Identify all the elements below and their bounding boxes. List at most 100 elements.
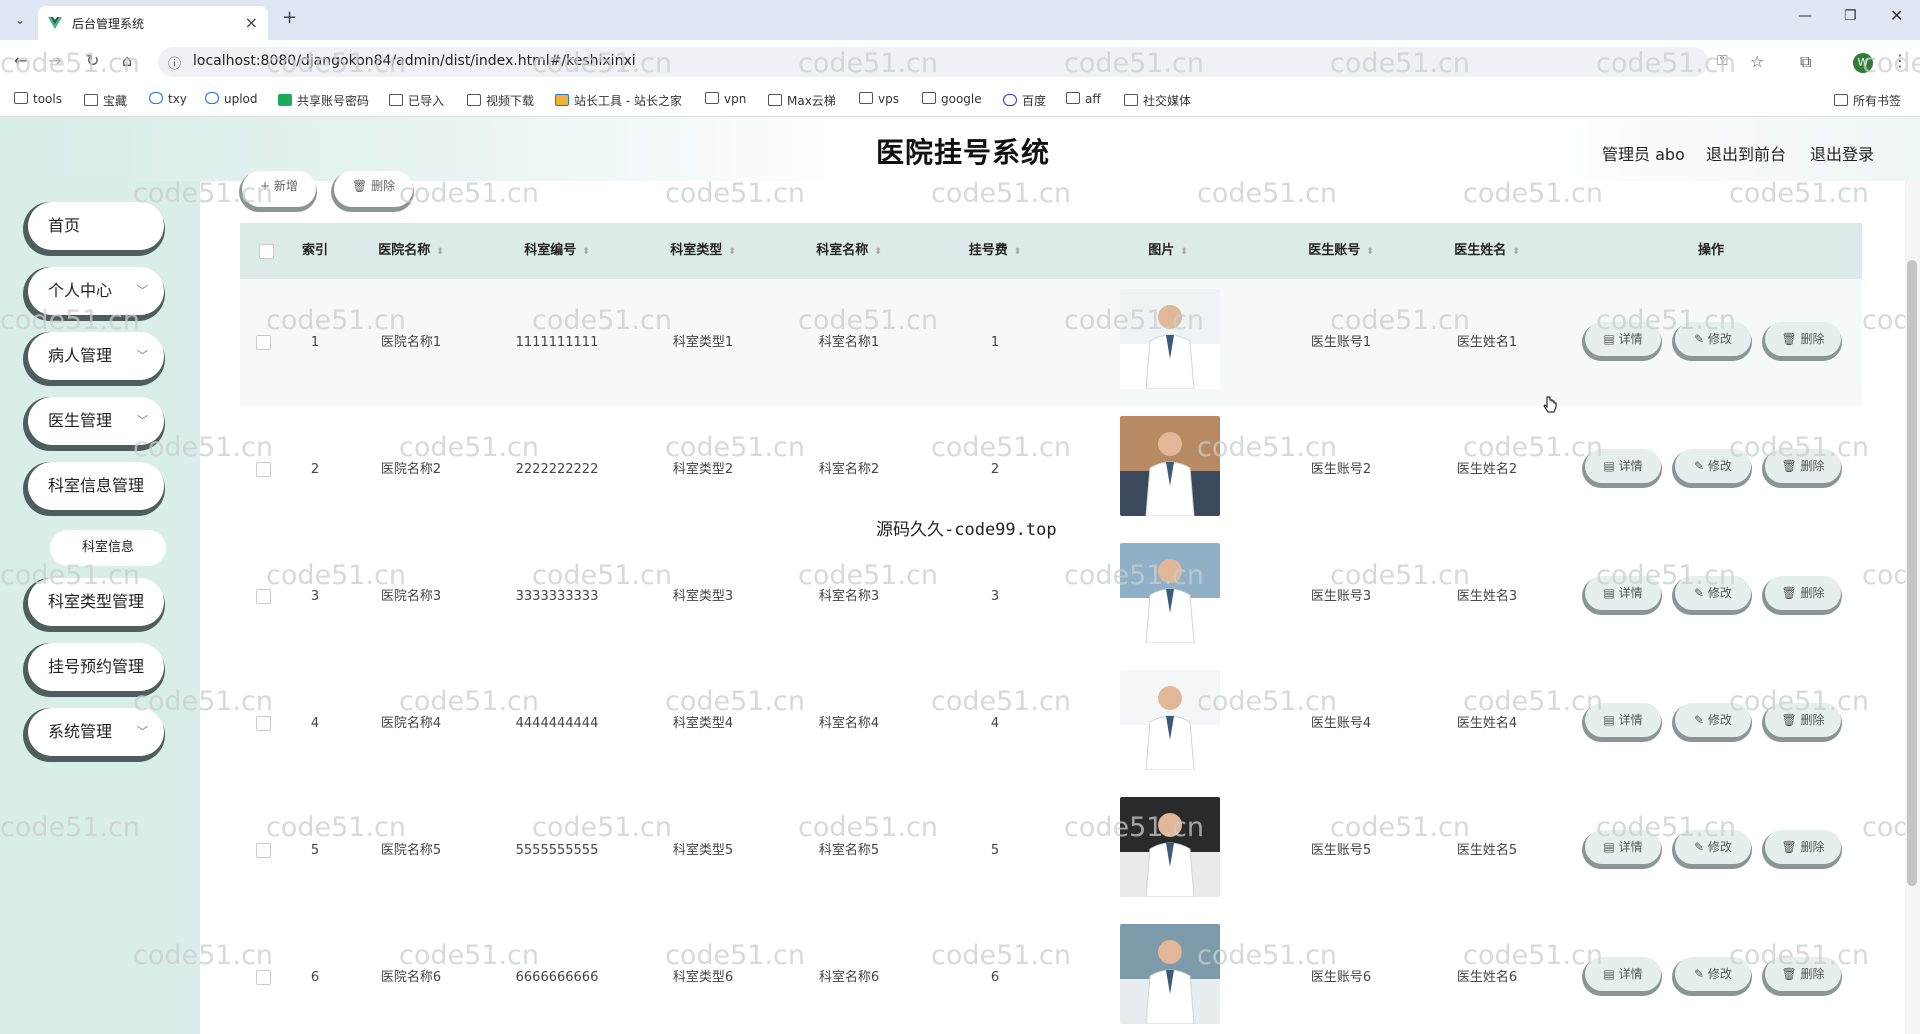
sidebar-item-department-info-management[interactable]: 科室信息管理 [28, 462, 164, 510]
bookmark-item[interactable]: 视频下载 [467, 92, 534, 109]
delete-button[interactable]: 🗑 删除 [1765, 322, 1841, 356]
cell-doctor: 医生姓名2 [1456, 462, 1518, 477]
delete-button[interactable]: 🗑 删除 [1765, 703, 1841, 737]
logout-link[interactable]: 退出登录 [1810, 141, 1874, 165]
forward-icon[interactable]: → [48, 51, 61, 70]
sidebar-subitem-department-info[interactable]: 科室信息 [50, 530, 166, 566]
sort-icon[interactable]: ⬍ [1512, 247, 1520, 257]
delete-button[interactable]: 🗑 删除 [1765, 576, 1841, 610]
tab-close-icon[interactable]: × [245, 13, 258, 32]
bookmark-star-icon[interactable]: ☆ [1750, 52, 1764, 71]
col-type[interactable]: 科室类型 ⬍ [630, 223, 776, 279]
bookmark-item[interactable]: 社交媒体 [1124, 92, 1191, 109]
sort-icon[interactable]: ⬍ [436, 247, 444, 257]
edit-button[interactable]: ✎ 修改 [1675, 957, 1751, 991]
row-checkbox[interactable] [256, 589, 271, 604]
folder-icon [1124, 94, 1138, 106]
doctor-figure-icon [1145, 559, 1195, 643]
back-icon[interactable]: ← [14, 51, 27, 70]
minimize-icon[interactable]: — [1798, 8, 1812, 24]
sort-icon[interactable]: ⬍ [728, 247, 736, 257]
all-bookmarks[interactable]: 所有书签 [1834, 92, 1901, 109]
center-watermark: 源码久久-code99.top [876, 520, 1057, 540]
restore-icon[interactable]: ❐ [1844, 8, 1857, 24]
cell-hospital: 医院名称1 [380, 335, 442, 350]
window-close-icon[interactable]: ✕ [1890, 6, 1903, 25]
sidebar-item-department-type-management[interactable]: 科室类型管理 [28, 578, 164, 626]
detail-button[interactable]: ▤ 详情 [1585, 703, 1661, 737]
col-account[interactable]: 医生账号 ⬍ [1268, 223, 1414, 279]
bookmark-item[interactable]: aff [1066, 92, 1101, 106]
browser-tab[interactable]: 后台管理系统 × [38, 6, 268, 40]
sidebar-item-personal-center[interactable]: 个人中心 ﹀ [28, 267, 164, 315]
extensions-icon[interactable]: ⧉ [1800, 52, 1811, 72]
sort-icon[interactable]: ⬍ [874, 247, 882, 257]
edit-button[interactable]: ✎ 修改 [1675, 449, 1751, 483]
sort-icon[interactable]: ⬍ [1014, 247, 1022, 257]
password-key-icon[interactable]: ⚿ [1717, 53, 1728, 69]
detail-button[interactable]: ▤ 详情 [1585, 830, 1661, 864]
sidebar-item-home[interactable]: 首页 [28, 202, 164, 250]
row-checkbox[interactable] [256, 462, 271, 477]
sort-icon[interactable]: ⬍ [582, 247, 590, 257]
cell-hospital: 医院名称3 [380, 589, 442, 604]
sidebar-item-doctor-management[interactable]: 医生管理 ﹀ [28, 397, 164, 445]
row-checkbox[interactable] [256, 716, 271, 731]
bookmark-item[interactable]: vpn [705, 92, 746, 106]
bookmark-item[interactable]: 站长工具 - 站长之家 [555, 92, 682, 109]
profile-avatar[interactable]: W [1853, 53, 1873, 73]
bookmark-item[interactable]: uplod [205, 92, 258, 106]
col-fee[interactable]: 挂号费 ⬍ [922, 223, 1068, 279]
delete-button[interactable]: 🗑 删除 [1765, 957, 1841, 991]
batch-delete-button[interactable]: 🗑 删除 [334, 171, 414, 207]
sort-icon[interactable]: ⬍ [1180, 247, 1188, 257]
col-hospital[interactable]: 医院名称 ⬍ [338, 223, 484, 279]
folder-icon [14, 92, 28, 104]
sidebar-item-appointment-management[interactable]: 挂号预约管理 [28, 643, 164, 691]
bookmark-item[interactable]: 已导入 [389, 92, 444, 109]
detail-button[interactable]: ▤ 详情 [1585, 449, 1661, 483]
bookmark-item[interactable]: 宝藏 [84, 92, 127, 109]
sidebar-item-patient-management[interactable]: 病人管理 ﹀ [28, 332, 164, 380]
sidebar-item-system-management[interactable]: 系统管理 ﹀ [28, 708, 164, 756]
site-info-icon[interactable]: ⓘ [168, 53, 181, 72]
col-image[interactable]: 图片 ⬍ [1068, 223, 1268, 279]
reload-icon[interactable]: ↻ [86, 51, 99, 70]
cell-index: 6 [310, 970, 320, 985]
delete-button[interactable]: 🗑 删除 [1765, 449, 1841, 483]
add-button[interactable]: + 新增 [242, 171, 316, 207]
bookmark-item[interactable]: vps [859, 92, 899, 106]
detail-button[interactable]: ▤ 详情 [1585, 957, 1661, 991]
bookmark-item[interactable]: 百度 [1003, 92, 1046, 109]
browser-menu-icon[interactable]: ⋮ [1892, 51, 1908, 70]
table-row: 4 医院名称4 4444444444 科室类型4 科室名称4 4 医生账号4 医生姓名4 ▤ 详… [240, 660, 1862, 788]
new-tab-icon[interactable]: + [282, 7, 297, 28]
edit-button[interactable]: ✎ 修改 [1675, 703, 1751, 737]
bookmark-item[interactable]: txy [149, 92, 187, 106]
detail-button[interactable]: ▤ 详情 [1585, 576, 1661, 610]
tab-list-icon[interactable]: ⌄ [10, 10, 30, 30]
doctor-figure-icon [1145, 813, 1195, 897]
col-name[interactable]: 科室名称 ⬍ [776, 223, 922, 279]
row-checkbox[interactable] [256, 970, 271, 985]
row-checkbox[interactable] [256, 335, 271, 350]
scrollbar-thumb[interactable] [1907, 260, 1917, 886]
home-icon[interactable]: ⌂ [122, 51, 132, 70]
sort-icon[interactable]: ⬍ [1366, 247, 1374, 257]
select-all-checkbox[interactable] [259, 244, 274, 259]
col-code[interactable]: 科室编号 ⬍ [484, 223, 630, 279]
bookmark-item[interactable]: 共享账号密码 [278, 92, 369, 109]
to-front-link[interactable]: 退出到前台 [1706, 141, 1786, 165]
bookmark-item[interactable]: Max云梯 [768, 92, 836, 109]
bookmark-item[interactable]: google [922, 92, 982, 106]
edit-button[interactable]: ✎ 修改 [1675, 322, 1751, 356]
delete-button[interactable]: 🗑 删除 [1765, 830, 1841, 864]
url-text[interactable]: localhost:8080/djangokon84/admin/dist/in… [193, 53, 636, 69]
edit-button[interactable]: ✎ 修改 [1675, 830, 1751, 864]
detail-button[interactable]: ▤ 详情 [1585, 322, 1661, 356]
edit-button[interactable]: ✎ 修改 [1675, 576, 1751, 610]
bookmark-item[interactable]: tools [14, 92, 62, 106]
col-doctor[interactable]: 医生姓名 ⬍ [1414, 223, 1560, 279]
row-checkbox[interactable] [256, 843, 271, 858]
cell-hospital: 医院名称5 [380, 843, 442, 858]
